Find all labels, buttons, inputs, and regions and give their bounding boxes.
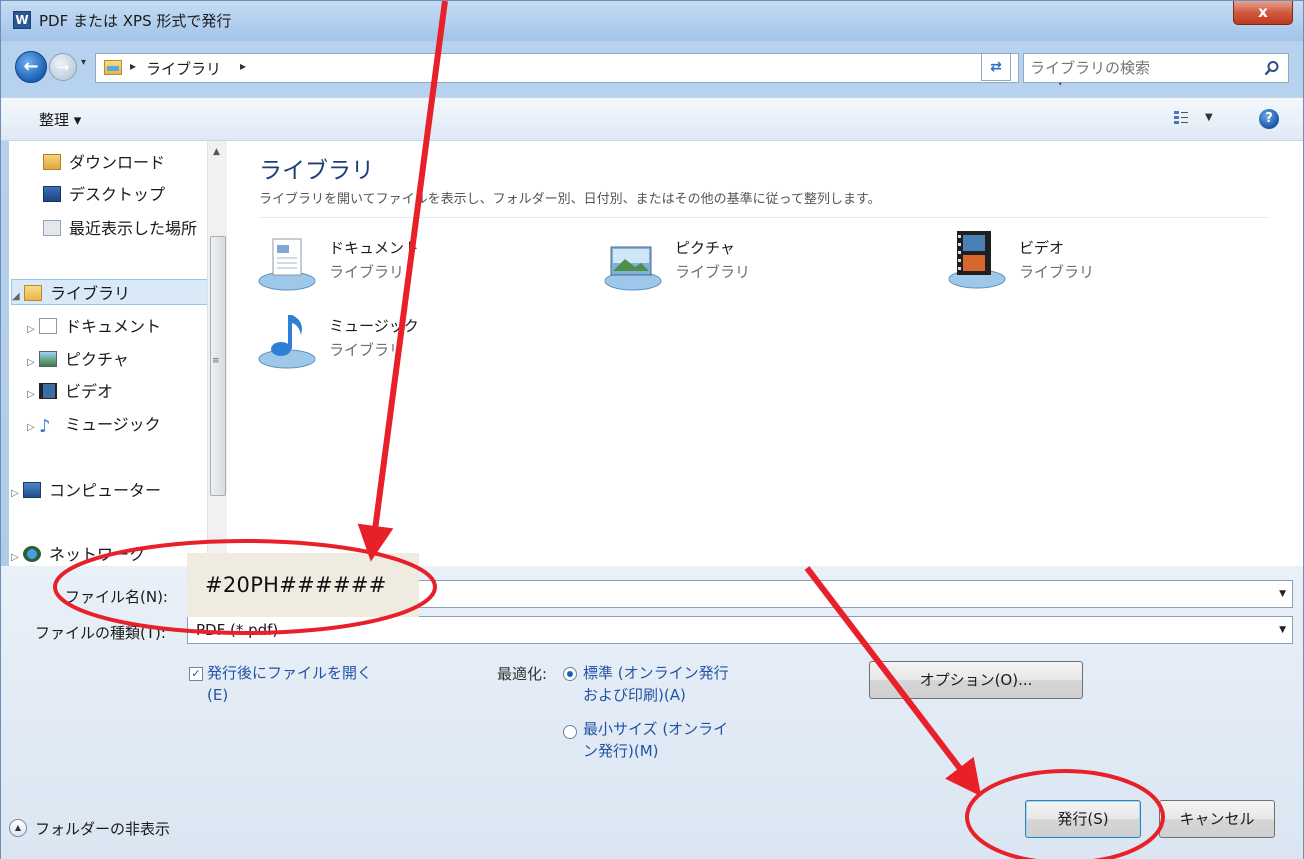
address-bar[interactable]: ▸ ライブラリ ▸ ▼ (95, 53, 1064, 87)
library-type: ライブラリ (675, 263, 751, 281)
options-button[interactable]: オプション(O)... (869, 661, 1083, 699)
search-box[interactable] (1023, 53, 1289, 83)
optimize-minimum-label[interactable]: 最小サイズ (オンライ ン発行)(M) (583, 718, 728, 762)
collapsed-arrow-icon[interactable]: ▷ (11, 488, 23, 499)
network-icon (23, 546, 41, 562)
navigation-pane: ダウンロード デスクトップ 最近表示した場所 ◢ ライブラリ ▷ ドキュメント ▷ ピ… (9, 141, 233, 566)
publish-dialog: W PDF または XPS 形式で発行 x ← → ▾ ▸ ライブラリ ▸ ▼ … (0, 0, 1304, 859)
library-type: ライブラリ (329, 341, 405, 359)
search-icon[interactable] (1264, 60, 1280, 76)
publish-button[interactable]: 発行(S) (1025, 800, 1141, 838)
videos-icon (39, 383, 57, 399)
filename-dropdown-icon[interactable]: ▼ (1279, 589, 1286, 599)
scrollbar-thumb[interactable] (210, 236, 226, 496)
pictures-icon (39, 351, 57, 367)
scrollbar-grip-icon: ≡ (212, 356, 220, 366)
collapsed-arrow-icon[interactable]: ▷ (27, 422, 39, 433)
nav-item-network[interactable]: ▷ ネットワーク (11, 541, 145, 567)
change-view-icon[interactable] (1173, 110, 1189, 126)
command-toolbar: 整理 ▾ ▼ ? (1, 97, 1303, 141)
music-note-icon: ♪ (39, 416, 51, 437)
videos-library-icon (948, 231, 1006, 289)
expanded-arrow-icon[interactable]: ◢ (12, 291, 24, 302)
collapsed-arrow-icon[interactable]: ▷ (27, 389, 39, 400)
optimize-minimum-radio[interactable] (563, 725, 577, 739)
collapsed-arrow-icon[interactable]: ▷ (27, 324, 39, 335)
nav-item-documents[interactable]: ▷ ドキュメント (27, 313, 161, 339)
library-type: ライブラリ (1019, 263, 1095, 281)
library-name: ドキュメント (329, 239, 420, 257)
open-after-publish-label[interactable]: 発行後にファイルを開く (E) (207, 662, 372, 706)
window-title: PDF または XPS 形式で発行 (39, 12, 232, 30)
collapsed-arrow-icon[interactable]: ▷ (27, 357, 39, 368)
optimize-standard-label[interactable]: 標準 (オンライン発行 および印刷)(A) (583, 662, 729, 706)
annotation-filename-hint: #20PH###### (205, 573, 387, 597)
library-tile-documents[interactable]: ドキュメント ライブラリ (257, 233, 557, 293)
address-row: ← → ▾ ▸ ライブラリ ▸ ▼ ⇄ (1, 41, 1303, 93)
library-folder-icon (104, 60, 122, 75)
title-bar: W PDF または XPS 形式で発行 x (1, 1, 1303, 41)
pictures-library-icon (604, 246, 662, 291)
close-button[interactable]: x (1233, 1, 1293, 25)
nav-pane-scrollbar[interactable]: ▲ ≡ (207, 141, 227, 566)
nav-item-computer[interactable]: ▷ コンピューター (11, 477, 161, 503)
breadcrumb-separator-icon[interactable]: ▸ (240, 59, 246, 73)
library-name: ビデオ (1019, 239, 1065, 257)
breadcrumb-libraries[interactable]: ライブラリ (146, 58, 221, 79)
hide-folders-icon[interactable]: ▲ (9, 819, 27, 837)
library-tile-videos[interactable]: ビデオ ライブラリ (947, 229, 1247, 289)
content-divider (259, 217, 1269, 218)
optimize-standard-radio[interactable] (563, 667, 577, 681)
filetype-label: ファイルの種類(T): (35, 624, 166, 642)
organize-menu-button[interactable]: 整理 ▾ (39, 109, 81, 130)
file-list-pane: ライブラリ ライブラリを開いてファイルを表示し、フォルダー別、日付別、またはその… (233, 141, 1303, 566)
music-library-icon (258, 315, 316, 369)
nav-item-music[interactable]: ▷ ♪ ミュージック (27, 411, 161, 437)
content-description: ライブラリを開いてファイルを表示し、フォルダー別、日付別、またはその他の基準に従… (259, 192, 881, 207)
open-after-publish-checkbox[interactable]: ✓ (189, 667, 203, 681)
hide-folders-button[interactable]: フォルダーの非表示 (35, 818, 170, 839)
library-tile-music[interactable]: ミュージック ライブラリ (257, 311, 557, 371)
cancel-button[interactable]: キャンセル (1159, 800, 1275, 838)
library-tile-pictures[interactable]: ピクチャ ライブラリ (603, 233, 903, 293)
nav-item-libraries[interactable]: ◢ ライブラリ (11, 279, 211, 305)
library-name: ミュージック (329, 317, 419, 335)
download-folder-icon (43, 154, 61, 170)
library-type: ライブラリ (329, 263, 405, 281)
computer-icon (23, 482, 41, 498)
word-app-icon: W (13, 11, 31, 29)
scroll-up-arrow-icon[interactable]: ▲ (213, 147, 220, 157)
nav-item-downloads[interactable]: ダウンロード (43, 149, 165, 175)
breadcrumb-separator-icon[interactable]: ▸ (130, 59, 136, 73)
desktop-icon (43, 186, 61, 202)
content-heading: ライブラリ (259, 158, 374, 184)
library-icon (24, 285, 42, 301)
forward-button[interactable]: → (49, 53, 77, 81)
recent-places-icon (43, 220, 61, 236)
nav-item-pictures[interactable]: ▷ ピクチャ (27, 346, 129, 372)
recent-pages-dropdown-icon[interactable]: ▾ (81, 57, 86, 68)
documents-icon (39, 318, 57, 334)
filetype-value: PDF (*.pdf) (196, 621, 279, 639)
documents-library-icon (258, 238, 316, 291)
nav-item-recent-places[interactable]: 最近表示した場所 (43, 215, 197, 241)
back-button[interactable]: ← (15, 51, 47, 83)
nav-item-desktop[interactable]: デスクトップ (43, 181, 165, 207)
filetype-select[interactable]: PDF (*.pdf) ▼ (187, 616, 1293, 644)
filename-label: ファイル名(N): (65, 588, 168, 606)
search-input[interactable] (1030, 57, 1250, 79)
filetype-dropdown-icon[interactable]: ▼ (1279, 625, 1286, 635)
view-options-dropdown-icon[interactable]: ▼ (1205, 112, 1213, 123)
optimize-label: 最適化: (497, 665, 548, 683)
help-icon[interactable]: ? (1259, 109, 1279, 129)
refresh-button[interactable]: ⇄ (981, 53, 1011, 81)
nav-item-videos[interactable]: ▷ ビデオ (27, 378, 113, 404)
collapsed-arrow-icon[interactable]: ▷ (11, 552, 23, 563)
library-name: ピクチャ (675, 239, 735, 257)
